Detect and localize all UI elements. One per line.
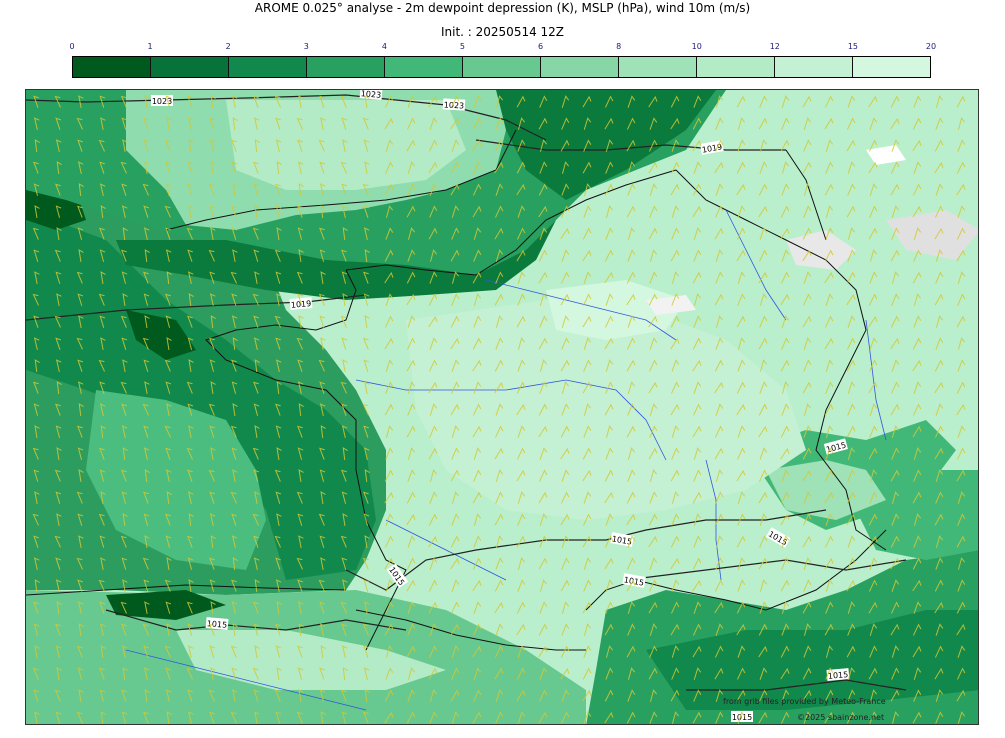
colorbar-tick-label: 3: [303, 42, 309, 51]
colorbar-segment: [463, 57, 541, 77]
colorbar-tick-label: 6: [537, 42, 544, 51]
colorbar-tick-label: 4: [381, 42, 387, 51]
map-canvas: 1023102310231019101910151015 101510151015…: [26, 90, 978, 724]
isobar-label: 1023: [442, 98, 466, 111]
colorbar-segment: [619, 57, 697, 77]
init-time: Init. : 20250514 12Z: [440, 25, 565, 39]
colorbar-tick-label: 2: [225, 42, 231, 51]
colorbar-segment: [385, 57, 463, 77]
colorbar-segment: [697, 57, 775, 77]
weather-map: 1023 1023 1023 1019 1019 1015 1015 1015 1015 1015…: [25, 89, 979, 725]
colorbar-segment: [853, 57, 930, 77]
colorbar-tick-label: 1: [147, 42, 153, 51]
colorbar-segment: [151, 57, 229, 77]
copyright-credit: ©2025 sbainzone.net: [797, 713, 885, 722]
colorbar-segment: [229, 57, 307, 77]
colorbar-segment: [541, 57, 619, 77]
uk-land-light: [226, 100, 466, 190]
colorbar-segment: [775, 57, 853, 77]
isobar-label-text: 1015: [732, 713, 752, 722]
colorbar-segment: [73, 57, 151, 77]
colorbar-segment: [307, 57, 385, 77]
map-title: AROME 0.025° analyse - 2m dewpoint depre…: [254, 1, 751, 15]
colorbar-tick-label: 15: [847, 42, 858, 51]
isobar-label-text: 1015: [828, 670, 849, 681]
colorbar-tick-label: 0: [69, 42, 75, 51]
colorbar-tick-label: 5: [459, 42, 465, 51]
colorbar-tick-label: 20: [925, 42, 937, 51]
colorbar-tick-label: 12: [769, 42, 780, 51]
data-source-credit: from grib files provided by Meteo-France: [723, 697, 886, 706]
isobar-label: 1015: [205, 617, 229, 630]
colorbar: [72, 56, 931, 78]
colorbar-tick-label: 10: [691, 42, 702, 51]
colorbar-tick-label: 8: [616, 42, 622, 51]
isobar-label: 1023: [151, 95, 173, 106]
